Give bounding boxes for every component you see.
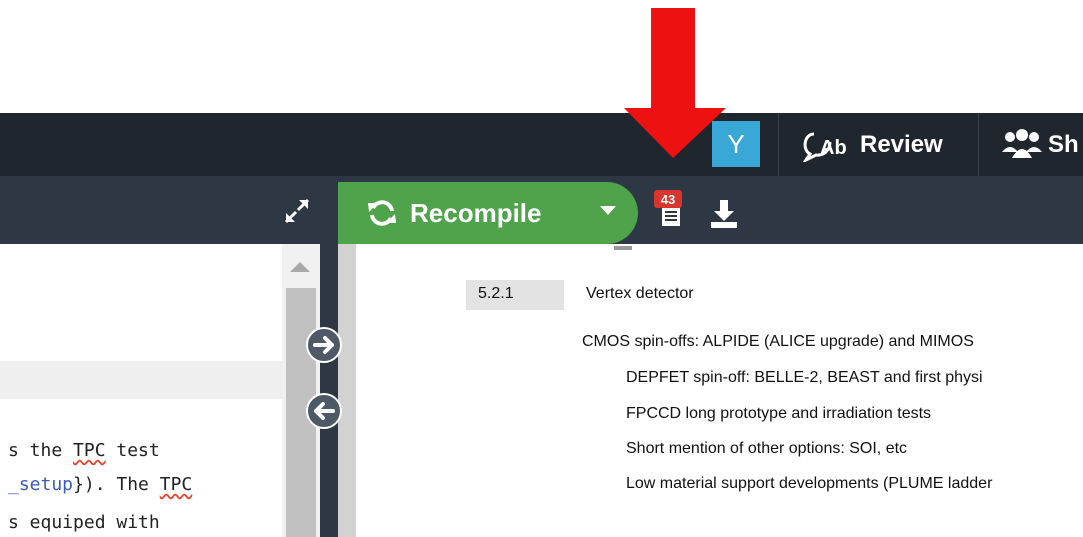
section-number: 5.2.1 [478, 285, 514, 302]
header-divider [778, 113, 779, 176]
share-users-icon [1002, 129, 1042, 158]
share-button[interactable]: Sh [1000, 124, 1079, 166]
caret-down-icon[interactable] [600, 206, 616, 215]
code-line[interactable]: _setup}). The TPC [8, 474, 192, 495]
pane-splitter[interactable] [320, 244, 338, 537]
arrow-right-icon [313, 336, 334, 354]
pdf-gutter [338, 244, 356, 537]
code-line[interactable]: s the TPC test [8, 440, 160, 461]
spelling-error[interactable]: TPC [73, 440, 106, 461]
logs-button[interactable]: 43 [654, 190, 694, 234]
refresh-icon [368, 200, 396, 226]
review-icon: Ab [802, 132, 847, 162]
spelling-error[interactable]: TPC [160, 474, 193, 495]
active-line-highlight [0, 361, 282, 399]
review-label: Review [860, 131, 943, 158]
download-icon[interactable] [708, 198, 740, 230]
arrow-left-icon [314, 402, 335, 420]
recompile-button[interactable]: Recompile [338, 182, 638, 244]
pdf-text-line: Short mention of other options: SOI, etc [626, 440, 908, 457]
share-label: Sh [1048, 131, 1079, 158]
pdf-text-line: Low material support developments (PLUME… [626, 475, 993, 492]
scroll-up-icon[interactable] [290, 262, 310, 272]
expand-icon[interactable] [282, 196, 312, 226]
review-button[interactable]: Ab Review [800, 124, 943, 166]
pdf-text-line: CMOS spin-offs: ALPIDE (ALICE upgrade) a… [582, 333, 974, 350]
pdf-page-fragment [614, 246, 632, 250]
section-title: Vertex detector [586, 285, 694, 302]
sync-to-pdf-button[interactable] [306, 327, 342, 363]
pdf-text-line: DEPFET spin-off: BELLE-2, BEAST and firs… [626, 369, 983, 386]
annotation-arrow-icon [624, 8, 726, 158]
logs-count-badge: 43 [654, 190, 682, 208]
svg-text:Ab: Ab [820, 137, 847, 159]
header-divider [978, 113, 979, 176]
pdf-text-line: FPCCD long prototype and irradiation tes… [626, 405, 932, 422]
sync-to-code-button[interactable] [306, 393, 342, 429]
code-line[interactable]: s equiped with [8, 512, 160, 533]
recompile-label: Recompile [410, 197, 542, 228]
